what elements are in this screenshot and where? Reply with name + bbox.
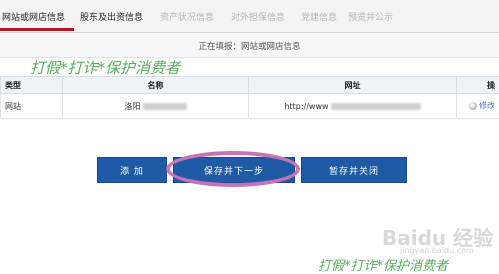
cell-name-text: 洛阳: [125, 102, 141, 111]
add-button[interactable]: 添 加: [97, 157, 167, 183]
tab-website-info[interactable]: 网站或网店信息: [2, 10, 65, 23]
edit-link-label: 修改: [479, 100, 495, 111]
website-table: 类型 名称 网址 操 网站 洛阳 http://www 修改: [0, 76, 499, 119]
tab-guarantee-info[interactable]: 对外担保信息: [231, 10, 285, 23]
tab-bar: 网站或网店信息 股东及出资信息 资产状况信息 对外担保信息 党建信息 预览并公示: [0, 0, 499, 33]
column-header-action: 操: [457, 77, 499, 94]
table-header-row: 类型 名称 网址 操: [1, 77, 499, 94]
cell-type: 网站: [1, 94, 63, 119]
edit-link[interactable]: 修改: [469, 100, 495, 111]
tab-preview-publish[interactable]: 预览并公示: [348, 10, 393, 23]
column-header-url: 网址: [249, 77, 457, 94]
tab-party-info[interactable]: 党建信息: [301, 10, 337, 23]
cell-action: 修改: [457, 94, 499, 119]
active-tab-indicator: [0, 28, 74, 31]
cell-url-text: http://www: [284, 102, 328, 111]
tab-asset-info[interactable]: 资产状况信息: [160, 10, 214, 23]
cell-name: 洛阳: [63, 94, 249, 119]
table-row: 网站 洛阳 http://www 修改: [1, 94, 499, 119]
watermark-bottom: 打假*打诈*保护消费者: [318, 255, 448, 274]
filling-status-text: 正在填报：网站或网店信息: [0, 40, 499, 52]
filling-status-bar: 正在填报：网站或网店信息: [0, 33, 499, 58]
edit-icon: [469, 102, 477, 110]
save-and-next-button[interactable]: 保存并下一步: [173, 157, 295, 183]
baidu-watermark-url: jingyan.baidu.com: [400, 246, 474, 255]
watermark-top: 打假*打诈*保护消费者: [30, 57, 180, 78]
column-header-name: 名称: [63, 77, 249, 94]
cell-url: http://www: [249, 94, 457, 119]
column-header-type: 类型: [1, 77, 63, 94]
tab-shareholder-info[interactable]: 股东及出资信息: [80, 10, 143, 23]
redacted-name: [143, 103, 187, 110]
save-draft-and-close-button[interactable]: 暂存并关闭: [301, 157, 407, 183]
redacted-url: [331, 103, 421, 110]
